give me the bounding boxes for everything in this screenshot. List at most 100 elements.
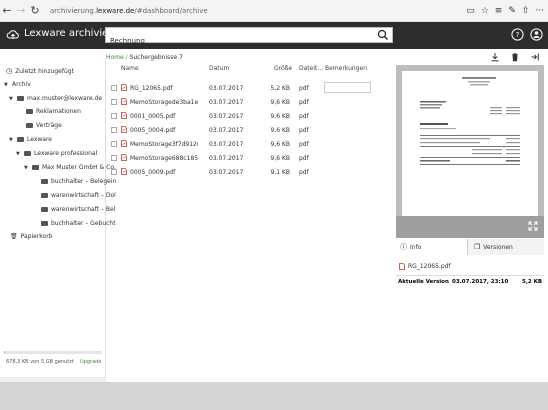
table-row[interactable]: 0005_0004.pdf 03.07.2017 9,6 KB pdf (106, 123, 394, 137)
sidebar-item-reklamationen[interactable]: Reklamationen (26, 108, 81, 115)
tab-info[interactable]: ⓘ Info (396, 239, 468, 255)
row-checkbox[interactable] (111, 85, 117, 91)
sidebar-item-trash[interactable]: 🗑 Papierkorb (10, 233, 53, 240)
row-checkbox[interactable] (111, 127, 117, 133)
folder-icon (26, 109, 33, 114)
help-icon[interactable]: ? (511, 28, 524, 41)
caret-down-icon[interactable]: ▼ (9, 137, 14, 143)
table-row[interactable]: MemoStorage688c1856... 03.07.2017 9,6 KB pd… (106, 151, 394, 165)
hub-icon[interactable]: ≡ (495, 6, 503, 16)
download-icon[interactable] (490, 52, 500, 62)
file-name[interactable]: 0005_0009.pdf (130, 169, 198, 176)
caret-down-icon[interactable]: ▼ (9, 96, 14, 102)
user-account-icon[interactable] (530, 28, 543, 41)
breadcrumb-home[interactable]: Home (106, 54, 124, 61)
sidebar-item-archive[interactable]: ▼ Archiv (4, 81, 31, 88)
folder-icon (41, 207, 48, 212)
sidebar-item-sub4[interactable]: buchhalter – Gebucht (41, 220, 116, 227)
table-row[interactable]: 0005_0009.pdf 03.07.2017 9,1 KB pdf (106, 165, 394, 179)
document-toolbar (394, 49, 548, 65)
file-name[interactable]: MemoStorage688c1856... (130, 155, 198, 162)
table-row[interactable]: RG_12065.pdf 03.07.2017 5,2 KB pdf (106, 81, 394, 95)
column-header-size[interactable]: Größe (274, 65, 292, 72)
upgrade-link[interactable]: Upgrade (80, 359, 101, 365)
url-host: lexware.de (96, 6, 135, 15)
url-prefix: archivierung. (50, 6, 97, 15)
version-file-name: RG_12065.pdf (408, 263, 451, 270)
cloud-upload-icon (6, 30, 19, 39)
table-row[interactable]: 0001_0005.pdf 03.07.2017 9,6 KB pdf (106, 109, 394, 123)
sidebar-item-vertraege[interactable]: Verträge (26, 122, 62, 129)
column-header-date[interactable]: Datum (209, 65, 229, 72)
row-checkbox[interactable] (111, 169, 117, 175)
file-name[interactable]: 0005_0004.pdf (130, 127, 198, 134)
notes-icon[interactable]: ✎ (508, 6, 516, 16)
horizontal-scrollbar[interactable] (0, 377, 106, 382)
back-icon[interactable]: ← (0, 4, 14, 17)
table-row[interactable]: MemoStorage3f7d9120... 03.07.2017 9,6 KB pd… (106, 137, 394, 151)
reading-view-icon[interactable]: ▭ (466, 6, 475, 16)
sidebar-item-sub1[interactable]: buchhalter – Belegein (41, 178, 116, 185)
refresh-icon[interactable]: ↻ (28, 4, 42, 17)
current-version-row: Aktuelle Version 03.07.2017, 23:10 5,2 K… (396, 275, 544, 287)
file-type: pdf (299, 99, 309, 106)
row-checkbox[interactable] (111, 155, 117, 161)
file-name[interactable]: RG_12065.pdf (130, 85, 198, 92)
search-icon[interactable] (377, 29, 389, 41)
caret-down-icon[interactable]: ▼ (24, 165, 29, 171)
sidebar-item-label: Lexware professional (34, 150, 98, 157)
caret-down-icon[interactable]: ▼ (4, 82, 9, 88)
expand-icon[interactable] (528, 221, 538, 231)
trash-icon[interactable] (510, 52, 520, 62)
file-name[interactable]: MemoStorage3f7d9120... (130, 141, 198, 148)
sidebar-item-sub2[interactable]: warenwirtschaft – Dol (41, 192, 116, 199)
pdf-icon (121, 154, 127, 161)
row-checkbox[interactable] (111, 113, 117, 119)
svg-text:?: ? (516, 31, 520, 39)
collapse-panel-icon[interactable] (530, 52, 540, 62)
remarks-input[interactable] (324, 82, 371, 93)
address-bar[interactable]: archivierung. lexware.de/#dashboard/archi… (50, 7, 208, 15)
app-header: Lexware archivierung ? (0, 22, 548, 49)
column-header-name[interactable]: Name (121, 65, 139, 72)
sidebar-item-label: buchhalter – Belegein (51, 178, 117, 185)
sidebar-item-account[interactable]: ▼ max.muster@lexware.de (9, 95, 102, 102)
folder-icon (32, 165, 39, 170)
version-file[interactable]: RG_12065.pdf (399, 263, 451, 270)
app-frame: Lexware archivierung ? Home / Suchergebn… (0, 22, 548, 382)
caret-down-icon[interactable]: ▼ (16, 151, 21, 157)
forward-icon[interactable]: → (14, 4, 28, 17)
trash-icon: 🗑 (10, 233, 18, 240)
more-icon[interactable]: ··· (535, 6, 544, 16)
file-name[interactable]: MemoStoragede3ba1ea... (130, 99, 198, 106)
document-preview (396, 65, 544, 238)
folder-icon (41, 179, 48, 184)
search-box[interactable] (105, 27, 393, 48)
folder-icon (17, 96, 24, 101)
preview-footer (396, 216, 544, 238)
sidebar-item-recent[interactable]: ◷ Zuletzt hinzugefügt (6, 67, 74, 75)
row-checkbox[interactable] (111, 141, 117, 147)
file-name[interactable]: 0001_0005.pdf (130, 113, 198, 120)
sidebar: ◷ Zuletzt hinzugefügt ▼ Archiv ▼ max.muster… (0, 61, 116, 382)
sidebar-item-lexware[interactable]: ▼ Lexware (9, 136, 52, 143)
pdf-icon (121, 112, 127, 119)
folder-icon (26, 123, 33, 128)
sidebar-item-sub3[interactable]: warenwirtschaft – Bel (41, 206, 115, 213)
sidebar-item-label: Papierkorb (20, 233, 53, 240)
table-row[interactable]: MemoStoragede3ba1ea... 03.07.2017 9,6 KB pd… (106, 95, 394, 109)
row-checkbox[interactable] (111, 99, 117, 105)
column-header-remarks[interactable]: Bemerkungen (325, 65, 367, 72)
tab-versions[interactable]: ❐ Versionen (468, 239, 544, 255)
file-type: pdf (299, 141, 309, 148)
share-icon[interactable]: ⇧ (522, 6, 530, 16)
sidebar-item-lexware-professional[interactable]: ▼ Lexware professional (16, 150, 97, 157)
column-header-type[interactable]: Dateit... (299, 65, 323, 72)
search-input[interactable] (106, 34, 366, 48)
file-date: 03.07.2017 (209, 155, 244, 162)
breadcrumb-current: Suchergebnisse 7 (129, 53, 183, 61)
sidebar-item-company[interactable]: ▼ Max Muster GmbH & Co. (24, 164, 116, 171)
sidebar-item-label: buchhalter – Gebucht (51, 220, 116, 227)
pdf-icon (121, 126, 127, 133)
favorite-star-icon[interactable]: ☆ (481, 6, 489, 16)
